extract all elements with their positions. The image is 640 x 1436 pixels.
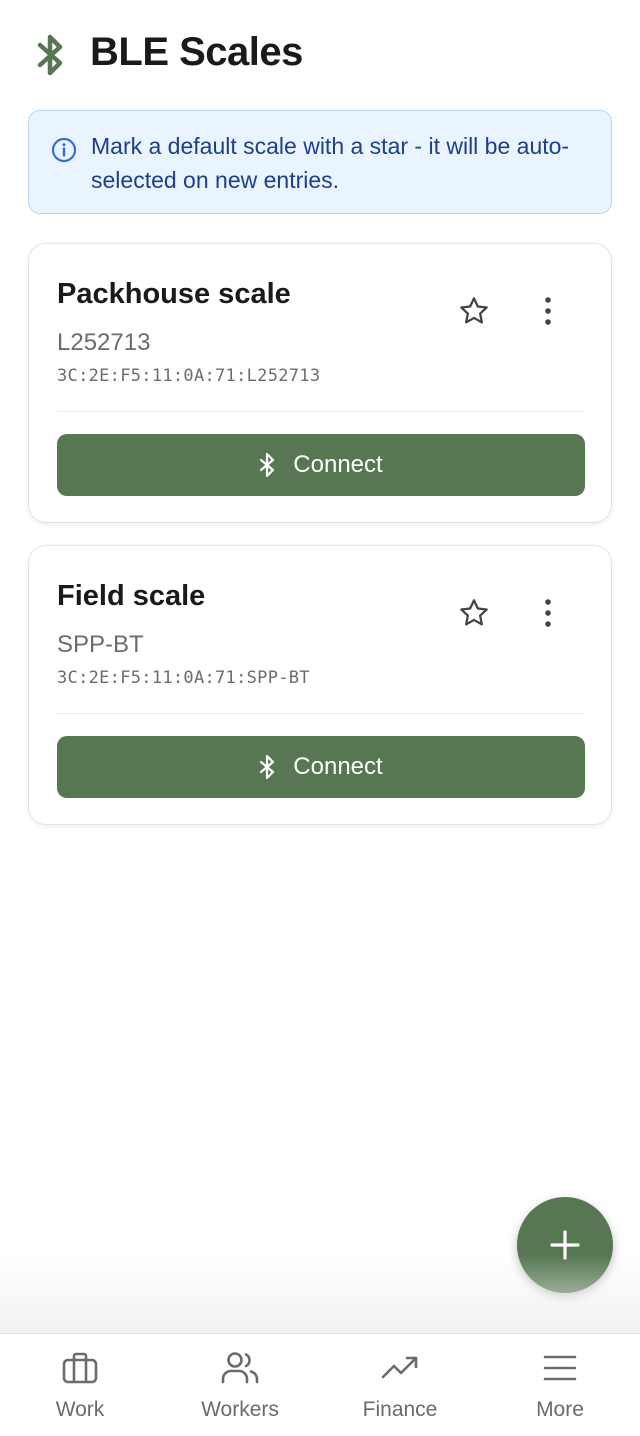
more-options-button[interactable] [527,592,569,634]
scale-name: Field scale [57,580,206,612]
app-header: BLE Scales [0,0,640,108]
nav-item-more[interactable]: More [480,1334,640,1436]
more-options-button[interactable] [527,290,569,332]
scale-address: 3C:2E:F5:11:0A:71:L252713 [57,366,321,386]
card-divider [57,713,585,714]
info-banner: Mark a default scale with a star - it wi… [28,110,612,214]
connect-button[interactable]: Connect [57,434,585,496]
scale-address: 3C:2E:F5:11:0A:71:SPP-BT [57,668,310,688]
nav-label: Workers [201,1398,279,1421]
bottom-navigation: Work Workers Finance More [0,1333,640,1436]
menu-icon [543,1355,577,1381]
favorite-star-button[interactable] [453,290,495,332]
bluetooth-icon [260,754,275,780]
star-icon [460,599,488,626]
nav-label: Work [55,1398,105,1421]
trending-up-icon [381,1356,418,1379]
nav-label: More [536,1398,584,1421]
star-icon [460,297,488,324]
info-icon [51,137,77,163]
nav-item-workers[interactable]: Workers [160,1334,320,1436]
info-banner-text: Mark a default scale with a star - it wi… [91,133,570,193]
page-title: BLE Scales [90,30,303,74]
more-vertical-icon [545,297,551,325]
nav-label: Finance [362,1398,438,1421]
bluetooth-icon [37,34,63,76]
scale-card: Field scale SPP-BT 3C:2E:F5:11:0A:71:SPP… [28,545,612,825]
bottom-fade [0,1255,640,1333]
bluetooth-icon [260,452,275,478]
scale-model: L252713 [57,329,151,356]
nav-item-work[interactable]: Work [0,1334,160,1436]
scale-name: Packhouse scale [57,278,291,310]
connect-button-label: Connect [293,451,383,478]
users-icon [221,1352,259,1384]
more-vertical-icon [545,599,551,627]
scale-card: Packhouse scale L252713 3C:2E:F5:11:0A:7… [28,243,612,523]
connect-button-label: Connect [293,753,383,780]
connect-button[interactable]: Connect [57,736,585,798]
scale-model: SPP-BT [57,631,144,658]
briefcase-icon [62,1352,98,1384]
favorite-star-button[interactable] [453,592,495,634]
card-divider [57,411,585,412]
nav-item-finance[interactable]: Finance [320,1334,480,1436]
